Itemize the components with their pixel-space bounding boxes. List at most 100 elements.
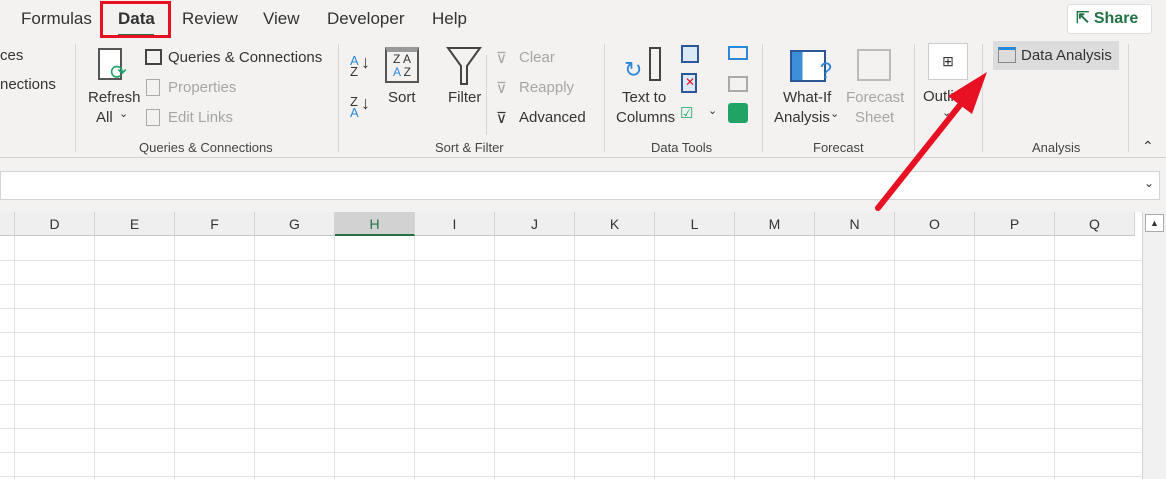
separator (914, 44, 915, 152)
outline-button[interactable]: Outline (923, 88, 965, 105)
flash-fill-icon[interactable] (681, 45, 699, 63)
gridline (0, 476, 1142, 477)
remove-duplicates-icon[interactable]: ✕ (681, 73, 697, 93)
chevron-down-icon: ⌄ (119, 108, 129, 120)
existing-connections-partial[interactable]: nections (0, 76, 56, 93)
group-label-forecast: Forecast (813, 140, 864, 155)
ribbon-border (0, 157, 1166, 158)
data-analysis-button[interactable]: Data Analysis (993, 41, 1119, 70)
advanced-button[interactable]: Advanced (519, 109, 586, 126)
sort-button[interactable]: Sort (388, 89, 416, 106)
column-header-j[interactable]: J (495, 212, 575, 236)
gridline (574, 236, 575, 479)
share-button[interactable]: ⇱ Share (1067, 4, 1152, 34)
properties-button[interactable]: Properties (168, 79, 236, 96)
column-header-m[interactable]: M (735, 212, 815, 236)
gridline (94, 236, 95, 479)
column-header-q[interactable]: Q (1055, 212, 1135, 236)
forecast-sheet-icon (857, 49, 891, 81)
sort-z-a-button[interactable]: Z A ↓ (350, 94, 370, 119)
tab-help[interactable]: Help (432, 9, 467, 29)
queries-icon (145, 49, 162, 65)
gridline (254, 236, 255, 479)
formula-bar-input[interactable]: ⌄ (0, 171, 1160, 200)
chevron-down-icon[interactable]: ⌄ (708, 104, 717, 117)
what-if-analysis-button[interactable]: What-If (783, 89, 831, 106)
clear-button[interactable]: Clear (519, 49, 555, 66)
share-label: Share (1093, 10, 1139, 27)
sort-a-z-button[interactable]: A Z ↓ (350, 53, 370, 78)
gridline (0, 380, 1142, 381)
column-header-e[interactable]: E (95, 212, 175, 236)
outline-icon: ⊞ (928, 43, 968, 80)
scroll-up-icon[interactable]: ▲ (1145, 214, 1164, 232)
column-header-n[interactable]: N (815, 212, 895, 236)
expand-formula-bar-icon[interactable]: ⌄ (1144, 176, 1154, 190)
filter-button[interactable]: Filter (448, 89, 481, 106)
highlight-box (100, 1, 171, 38)
column-header-i[interactable]: I (415, 212, 495, 236)
gridline (974, 236, 975, 479)
gridline (494, 236, 495, 479)
forecast-sheet-label: Sheet (855, 109, 895, 126)
refresh-all-label: All (96, 109, 113, 126)
gridline (0, 284, 1142, 285)
group-label-data-tools: Data Tools (651, 140, 713, 155)
column-header-k[interactable]: K (575, 212, 655, 236)
column-header-p[interactable]: P (975, 212, 1055, 236)
edit-links-button[interactable]: Edit Links (168, 109, 233, 126)
column-header-f[interactable]: F (175, 212, 255, 236)
gridline (0, 452, 1142, 453)
column-header-partial[interactable] (0, 212, 15, 236)
edit-links-icon (146, 109, 160, 126)
refresh-all-button[interactable]: Refresh (88, 89, 141, 106)
text-to-columns-icon: ↻ (624, 47, 666, 83)
column-header-o[interactable]: O (895, 212, 975, 236)
relationships-icon[interactable] (728, 76, 748, 92)
column-header-g[interactable]: G (255, 212, 335, 236)
what-if-analysis-label: Analysis (774, 109, 830, 126)
refresh-icon: ⟳ (98, 48, 127, 84)
sort-icon: Z AA Z (385, 47, 419, 83)
gridline (814, 236, 815, 479)
text-to-columns-button[interactable]: Text to (622, 89, 666, 106)
collapse-ribbon-icon[interactable]: ⌃ (1142, 138, 1154, 155)
tab-formulas[interactable]: Formulas (21, 9, 92, 29)
spreadsheet-grid[interactable]: DEFGHIJKLMNOPQ (0, 212, 1142, 479)
share-icon: ⇱ (1076, 10, 1094, 27)
gridline (0, 308, 1142, 309)
gridline (334, 236, 335, 479)
forecast-sheet-button[interactable]: Forecast (846, 89, 904, 106)
data-analysis-label: Data Analysis (1021, 47, 1112, 64)
queries-connections-button[interactable]: Queries & Connections (168, 49, 322, 66)
data-validation-icon[interactable]: ☑ (680, 104, 693, 122)
text-to-columns-label: Columns (616, 109, 676, 126)
gridline (0, 428, 1142, 429)
consolidate-icon[interactable] (728, 46, 748, 60)
separator (486, 55, 487, 135)
data-analysis-icon (998, 47, 1016, 63)
column-header-l[interactable]: L (655, 212, 735, 236)
vertical-scrollbar[interactable]: ▲ (1142, 212, 1166, 479)
gridline (414, 236, 415, 479)
gridline (894, 236, 895, 479)
manage-data-model-icon[interactable] (728, 103, 748, 123)
chevron-down-icon: ⌄ (830, 108, 840, 120)
get-data-sources-partial[interactable]: ces (0, 47, 23, 64)
gridline (0, 404, 1142, 405)
gridline (0, 332, 1142, 333)
tab-view[interactable]: View (263, 9, 300, 29)
reapply-button[interactable]: Reapply (519, 79, 574, 96)
group-label-analysis: Analysis (1032, 140, 1081, 155)
column-header-d[interactable]: D (15, 212, 95, 236)
separator (75, 44, 76, 152)
reapply-icon: ⊽ (496, 80, 507, 97)
separator (1128, 44, 1129, 152)
tab-review[interactable]: Review (182, 9, 238, 29)
gridline (0, 356, 1142, 357)
tab-developer[interactable]: Developer (327, 9, 405, 29)
clear-icon: ⊽ (496, 50, 507, 67)
column-header-h[interactable]: H (335, 212, 415, 236)
group-label-sort-filter: Sort & Filter (435, 140, 504, 155)
chevron-down-icon: ⌄ (942, 107, 952, 119)
